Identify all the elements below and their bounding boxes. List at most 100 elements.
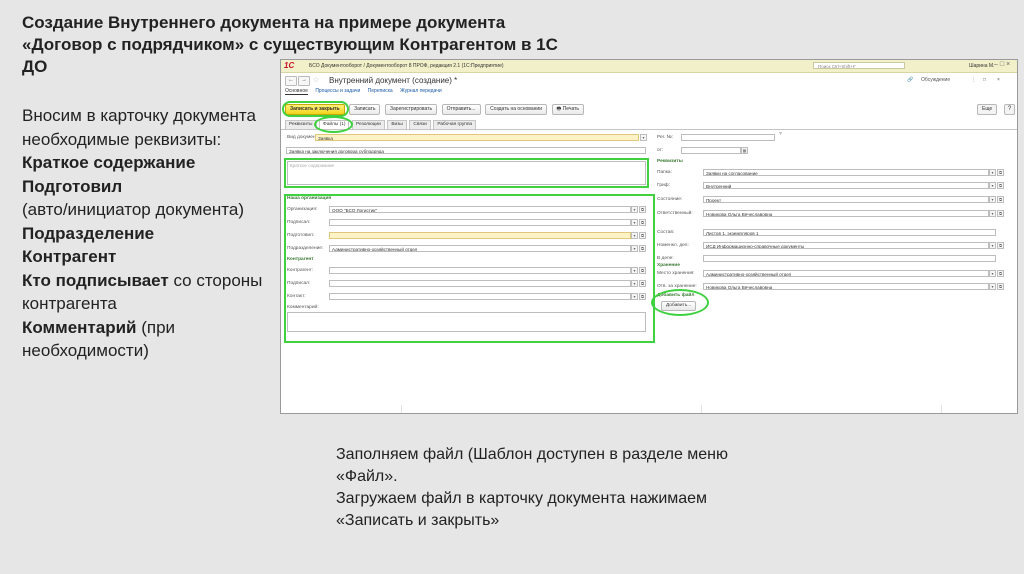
grid-line [701,405,702,413]
document-title-field[interactable]: Заявка на заключения договора субподрядa [286,147,646,154]
summary-field[interactable]: Краткое содержание [287,161,646,185]
stamp-dropdown-icon[interactable]: ▾ [989,182,996,189]
tab-links[interactable]: Связи [409,120,431,129]
tab-main[interactable]: Основное [285,88,308,95]
contact-label: Контакт: [287,294,306,299]
nomenclature-field[interactable]: ИСД Информационно-справочные документы [703,242,989,249]
nav-tabs: Основное Процессы и задачи Переписка Жур… [285,88,448,95]
contractor-dropdown-icon[interactable]: ▾ [631,267,638,274]
state-open-icon[interactable]: ⧉ [997,196,1004,203]
global-search-input[interactable]: Поиск Ctrl+Shift+F [813,62,905,69]
create-based-on-button[interactable]: Создать на основании [485,104,547,115]
doc-type-field[interactable]: Заявка [315,134,639,141]
item-contractor: Контрагент [22,247,117,266]
storage-place-open-icon[interactable]: ⧉ [997,270,1004,277]
responsible-field[interactable]: Новикова Ольга Вячеславовна [703,210,989,217]
contact-open-icon[interactable]: ⧉ [639,293,646,300]
forward-arrow-icon[interactable]: → [298,76,310,86]
state-field[interactable]: Проект [703,196,989,203]
bottom-line: Заполняем файл (Шаблон доступен в раздел… [336,446,729,463]
tab-correspondence[interactable]: Переписка [368,88,393,94]
close-icon[interactable]: × [997,77,1000,83]
content-field[interactable]: Листов 1, экземпляров 1 [703,229,996,236]
contractor-signer-field[interactable] [329,280,631,287]
contractor-field[interactable] [329,267,631,274]
register-button[interactable]: Зарегистрировать [385,104,438,115]
discussion-link[interactable]: Обсуждение [921,77,950,83]
user-name[interactable]: Шарина М. [969,63,994,69]
signed-field[interactable] [329,219,631,226]
tab-work-group[interactable]: Рабочая группа [433,120,477,129]
doc-type-select-icon[interactable]: ▾ [640,134,647,141]
date-field[interactable] [681,147,741,154]
prepared-label: Подготовил: [287,233,315,238]
prepared-field[interactable] [329,232,631,239]
responsible-dropdown-icon[interactable]: ▾ [989,210,996,217]
back-arrow-icon[interactable]: ← [285,76,297,86]
storage-place-dropdown-icon[interactable]: ▾ [989,270,996,277]
prepared-dropdown-icon[interactable]: ▾ [631,232,638,239]
in-case-field[interactable] [703,255,996,262]
help-mark: ? [779,132,782,137]
more-button[interactable]: Еще [977,104,998,115]
nomenclature-open-icon[interactable]: ⧉ [997,242,1004,249]
organization-field[interactable]: ООО "БСО Логистик" [329,206,631,213]
department-field[interactable]: Административно-хозяйственный отдел [329,245,631,252]
window-controls-icon[interactable]: –□× [994,61,1012,68]
link-icon[interactable]: 🔗 [907,77,913,83]
responsible-label: Ответственный: [657,211,693,216]
bottom-line: Загружаем файл в карточку документа нажи… [336,490,708,507]
tab-requisites[interactable]: Реквизиты [285,120,317,129]
folder-dropdown-icon[interactable]: ▾ [989,169,996,176]
bottom-line: «Файл». [336,468,398,485]
content-label: Состав: [657,230,675,235]
app-logo: 1С [284,61,295,70]
storage-resp-dropdown-icon[interactable]: ▾ [989,283,996,290]
stamp-field[interactable]: Внутренний [703,182,989,189]
calendar-icon[interactable]: ▦ [741,147,748,154]
print-button[interactable]: 🖶 Печать [551,104,585,115]
storage-section: Хранение [657,263,680,268]
department-open-icon[interactable]: ⧉ [639,245,646,252]
contractor-open-icon[interactable]: ⧉ [639,267,646,274]
signed-open-icon[interactable]: ⧉ [639,219,646,226]
menu-dots-icon[interactable]: ⋮ [971,77,976,83]
org-dropdown-icon[interactable]: ▾ [631,206,638,213]
prepared-open-icon[interactable]: ⧉ [639,232,646,239]
comment-field[interactable] [287,312,646,332]
folder-field[interactable]: Заявки на согласование [703,169,989,176]
nomenclature-dropdown-icon[interactable]: ▾ [989,242,996,249]
tab-processes[interactable]: Процессы и задачи [315,88,360,94]
maximize-icon[interactable]: □ [983,77,986,83]
tab-resolutions[interactable]: Резолюции [352,120,385,129]
tab-transfer-log[interactable]: Журнал передачи [400,88,442,94]
grid-line [401,405,402,413]
org-open-icon[interactable]: ⧉ [639,206,646,213]
responsible-open-icon[interactable]: ⧉ [997,210,1004,217]
reg-no-field[interactable] [681,134,775,141]
storage-place-field[interactable]: Административно-хозяйственный отдел [703,270,989,277]
in-case-label: В деле: [657,256,674,261]
save-button[interactable]: Записать [349,104,381,115]
contractor-section: Контрагент [287,257,314,262]
slide-title-line: Создание Внутреннего документа на пример… [22,13,506,32]
signer-dropdown-icon[interactable]: ▾ [631,280,638,287]
state-dropdown-icon[interactable]: ▾ [989,196,996,203]
highlight-add-file [651,289,709,316]
storage-resp-open-icon[interactable]: ⧉ [997,283,1004,290]
contact-field[interactable] [329,293,631,300]
reg-no-label: Рег. №: [657,135,673,140]
help-button[interactable]: ? [1004,104,1015,115]
signer-open-icon[interactable]: ⧉ [639,280,646,287]
contact-dropdown-icon[interactable]: ▾ [631,293,638,300]
star-icon[interactable]: ☆ [313,76,319,84]
state-label: Состояние: [657,197,683,202]
send-button[interactable]: Отправить... [441,104,481,115]
signed-dropdown-icon[interactable]: ▾ [631,219,638,226]
storage-resp-field[interactable]: Новикова Ольга Вячеславовна [703,283,989,290]
folder-open-icon[interactable]: ⧉ [997,169,1004,176]
tab-visas[interactable]: Визы [387,120,407,129]
stamp-label: Гриф: [657,183,670,188]
department-dropdown-icon[interactable]: ▾ [631,245,638,252]
stamp-open-icon[interactable]: ⧉ [997,182,1004,189]
